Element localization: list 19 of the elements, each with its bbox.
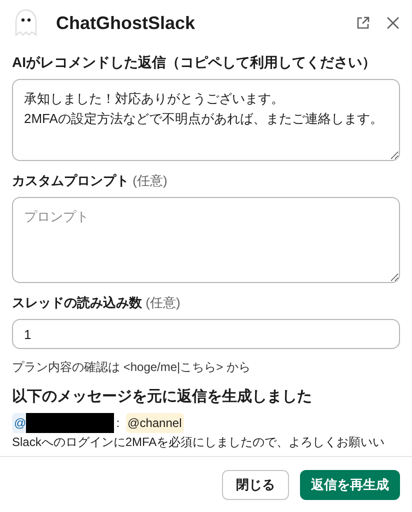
regenerate-button[interactable]: 返信を再生成 xyxy=(300,470,400,500)
thread-count-field[interactable]: 1 xyxy=(12,319,400,349)
message-text: Slackへのログインに2MFAを必須にしましたので、よろしくお願いい xyxy=(12,434,386,451)
channel-mention: @channel xyxy=(126,413,184,433)
mention-separator: : xyxy=(116,415,120,432)
window-title: ChatGhostSlack xyxy=(56,12,196,34)
reply-text-field[interactable]: 承知しました！対応ありがとうございます。 2MFAの設定方法などで不明点があれば、またご連絡します。 xyxy=(12,79,400,161)
field-label: スレッドの読み込み数 xyxy=(12,295,142,310)
close-icon[interactable] xyxy=(386,16,400,30)
external-link-icon[interactable] xyxy=(356,16,370,30)
field-label: カスタムプロンプト xyxy=(12,173,129,188)
field-label: AIがレコメンドした返信（コピペして利用してください） xyxy=(12,53,377,72)
user-mention-prefix: @ xyxy=(14,415,26,432)
plan-note: プラン内容の確認は <hoge/me|こちら> から xyxy=(12,359,252,376)
section-heading: 以下のメッセージを元に返信を生成しました xyxy=(12,387,313,407)
prompt-input-field[interactable]: プロンプト xyxy=(12,197,400,283)
optional-hint: (任意) xyxy=(132,173,168,188)
close-button[interactable]: 閉じる xyxy=(222,470,289,500)
optional-hint: (任意) xyxy=(146,295,180,310)
